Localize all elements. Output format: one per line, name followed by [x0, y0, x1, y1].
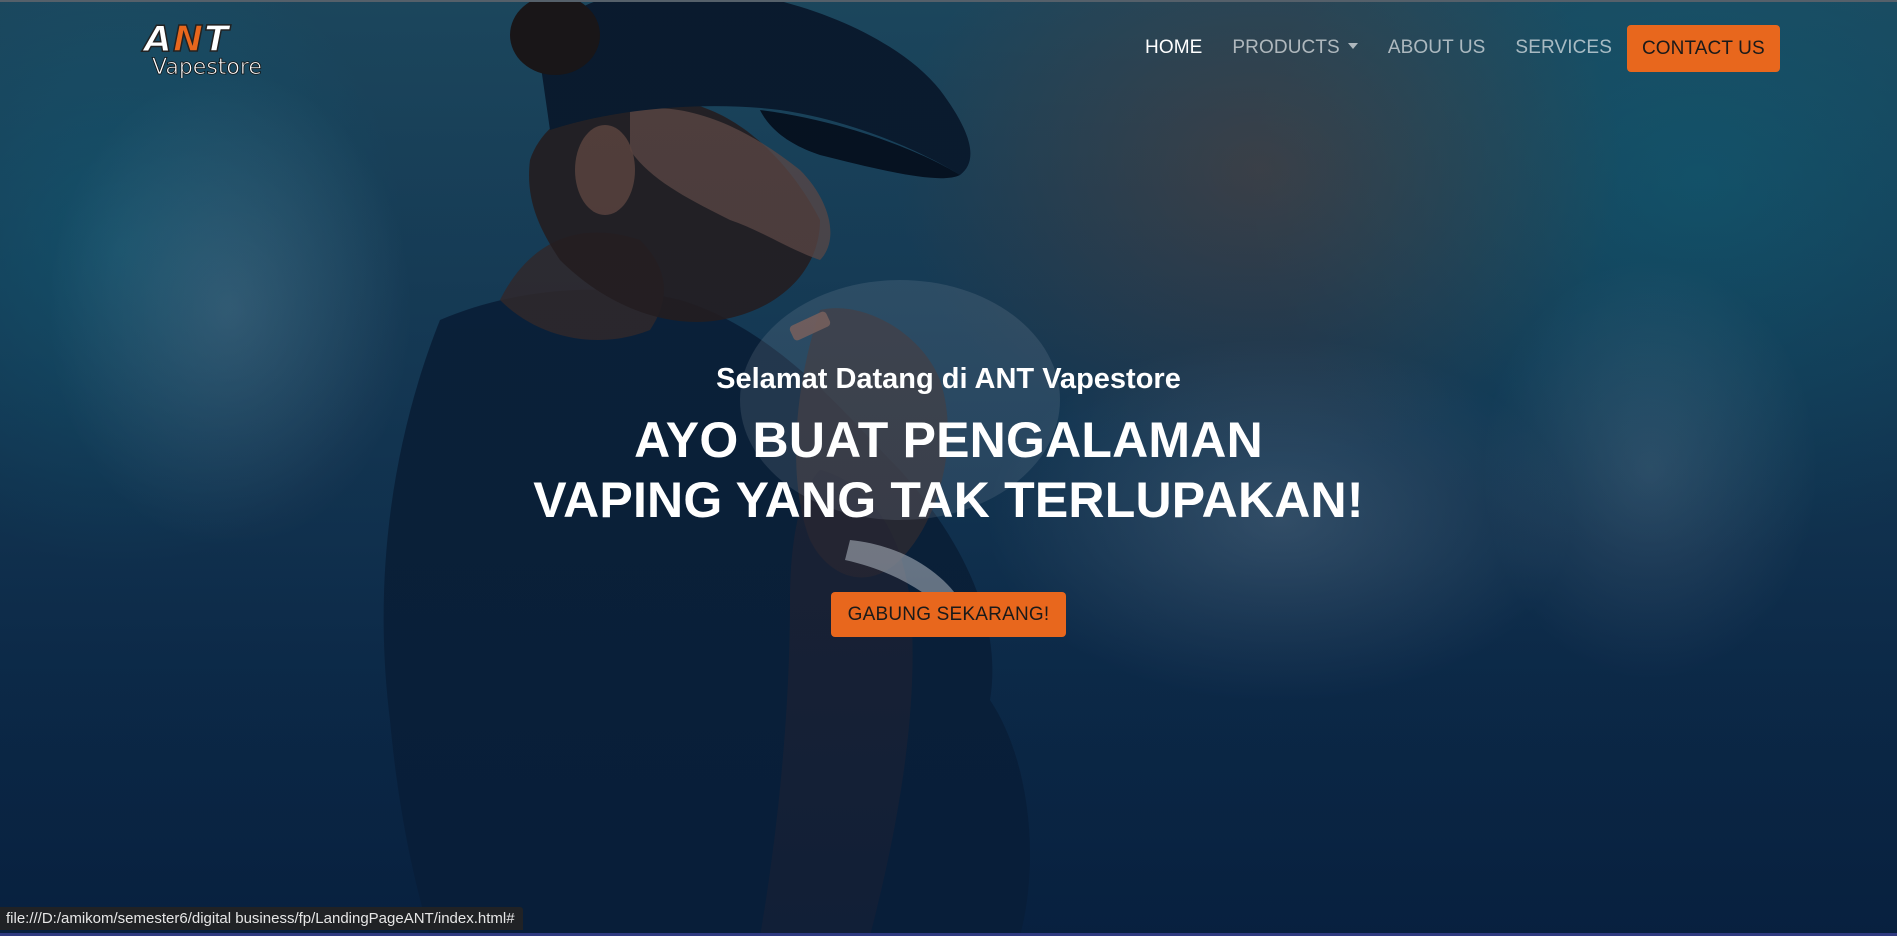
hero-headline-line2: VAPING YANG TAK TERLUPAKAN!: [533, 472, 1364, 528]
nav-home-link[interactable]: HOME: [1130, 25, 1217, 71]
svg-text:A: A: [141, 19, 173, 60]
hero-content: Selamat Datang di ANT Vapestore AYO BUAT…: [0, 356, 1897, 637]
page: A N T Vapestore HOME PRODUCTS ABOUT US S…: [0, 0, 1897, 936]
svg-text:T: T: [204, 19, 231, 60]
brand-logo[interactable]: A N T Vapestore: [140, 18, 290, 80]
chevron-down-icon: [1347, 42, 1358, 49]
nav-about-link[interactable]: ABOUT US: [1373, 25, 1501, 71]
nav-services-link[interactable]: SERVICES: [1500, 25, 1627, 71]
ant-logo-icon: A N T Vapestore: [140, 18, 262, 80]
hero-headline: AYO BUAT PENGALAMAN VAPING YANG TAK TERL…: [0, 410, 1897, 530]
svg-text:N: N: [173, 19, 203, 60]
navbar: A N T Vapestore HOME PRODUCTS ABOUT US S…: [0, 0, 1897, 96]
main-nav: HOME PRODUCTS ABOUT US SERVICES CONTACT …: [1130, 24, 1780, 72]
browser-status-bar: file:///D:/amikom/semester6/digital busi…: [0, 907, 523, 930]
svg-text:Vapestore: Vapestore: [152, 55, 262, 78]
join-now-button[interactable]: GABUNG SEKARANG!: [830, 592, 1067, 637]
nav-products-label: PRODUCTS: [1232, 37, 1340, 58]
hero-subtitle: Selamat Datang di ANT Vapestore: [716, 363, 1181, 395]
contact-us-button[interactable]: CONTACT US: [1626, 24, 1780, 72]
nav-products-link[interactable]: PRODUCTS: [1217, 25, 1372, 71]
hero-headline-line1: AYO BUAT PENGALAMAN: [634, 412, 1263, 468]
